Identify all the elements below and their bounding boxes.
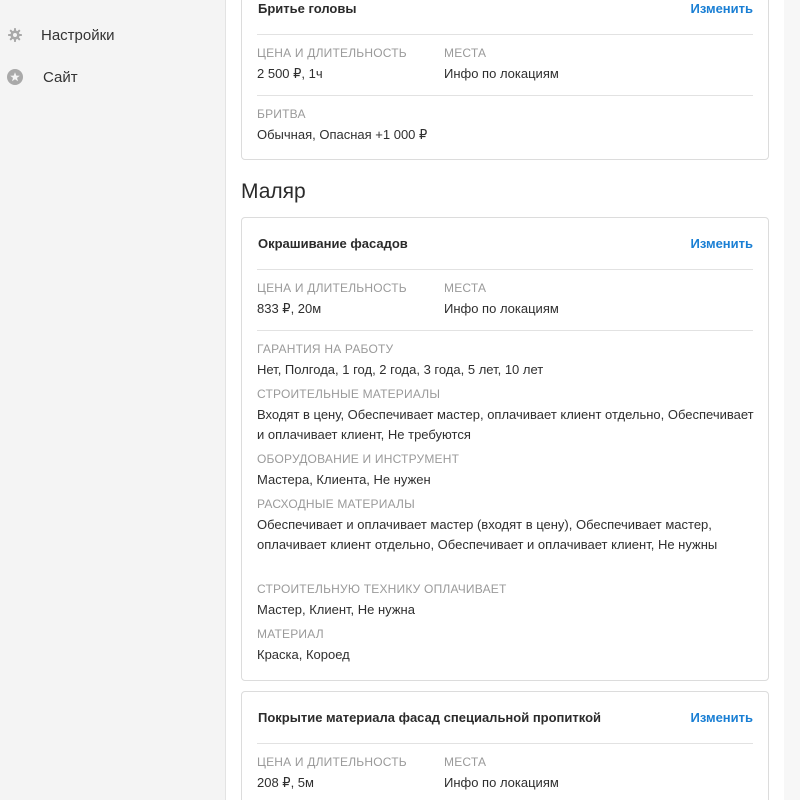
service-card: Окрашивание фасадов Изменить Цена и длит…: [241, 217, 769, 681]
service-title: Покрытие материала фасад специальной про…: [258, 710, 602, 725]
sidebar-item-partial[interactable]: [8, 0, 148, 2]
razor-caption: Бритва: [257, 107, 306, 121]
field-caption: Строительную технику оплачивает: [257, 582, 507, 596]
sidebar-item-label: Настройки: [41, 26, 115, 44]
right-edge: [784, 0, 800, 800]
price-caption: Цена и длительность: [257, 281, 407, 295]
edit-link[interactable]: Изменить: [690, 710, 753, 725]
main-content: Бритье головы Изменить Цена и длительнос…: [226, 0, 800, 800]
divider: [257, 34, 753, 35]
field-caption: Расходные материалы: [257, 497, 415, 511]
field-value: Мастер, Клиент, Не нужна: [257, 602, 415, 617]
gear-icon: [8, 28, 22, 42]
price-caption: Цена и длительность: [257, 46, 407, 60]
field-caption: Материал: [257, 627, 324, 641]
field-value: Мастера, Клиента, Не нужен: [257, 472, 431, 487]
sidebar-item-label: Сайт: [43, 68, 78, 86]
field-caption: Оборудование и инструмент: [257, 452, 460, 466]
places-value: Инфо по локациям: [444, 301, 559, 316]
divider: [257, 743, 753, 744]
places-value: Инфо по локациям: [444, 66, 559, 81]
field-value: Нет, Полгода, 1 год, 2 года, 3 года, 5 л…: [257, 362, 544, 377]
price-value: 833 ₽, 20м: [257, 301, 322, 316]
field-caption: Строительные материалы: [257, 387, 441, 401]
places-caption: Места: [444, 755, 487, 769]
places-caption: Места: [444, 281, 487, 295]
service-card: Покрытие материала фасад специальной про…: [241, 691, 769, 800]
places-value: Инфо по локациям: [444, 775, 559, 790]
field-value: Краска, Короед: [257, 647, 350, 662]
section-title: Маляр: [241, 180, 306, 203]
star-icon: [7, 69, 23, 85]
price-caption: Цена и длительность: [257, 755, 407, 769]
service-title: Бритье головы: [258, 1, 357, 16]
sidebar: Настройки Сайт: [0, 0, 226, 800]
divider: [257, 269, 753, 270]
service-card: Бритье головы Изменить Цена и длительнос…: [241, 0, 769, 160]
divider: [257, 95, 753, 96]
edit-link[interactable]: Изменить: [690, 236, 753, 251]
divider: [257, 330, 753, 331]
sidebar-item-settings[interactable]: Настройки: [0, 20, 226, 50]
razor-value: Обычная, Опасная +1 000 ₽: [257, 127, 428, 142]
field-value: Входят в цену, Обеспечивает мастер, опла…: [257, 407, 754, 442]
price-value: 2 500 ₽, 1ч: [257, 66, 323, 81]
field-value: Обеспечивает и оплачивает мастер (входят…: [257, 517, 718, 552]
service-title: Окрашивание фасадов: [258, 236, 408, 251]
price-value: 208 ₽, 5м: [257, 775, 314, 790]
sidebar-item-site[interactable]: Сайт: [0, 62, 226, 92]
edit-link[interactable]: Изменить: [690, 1, 753, 16]
field-caption: Гарантия на работу: [257, 342, 394, 356]
places-caption: Места: [444, 46, 487, 60]
